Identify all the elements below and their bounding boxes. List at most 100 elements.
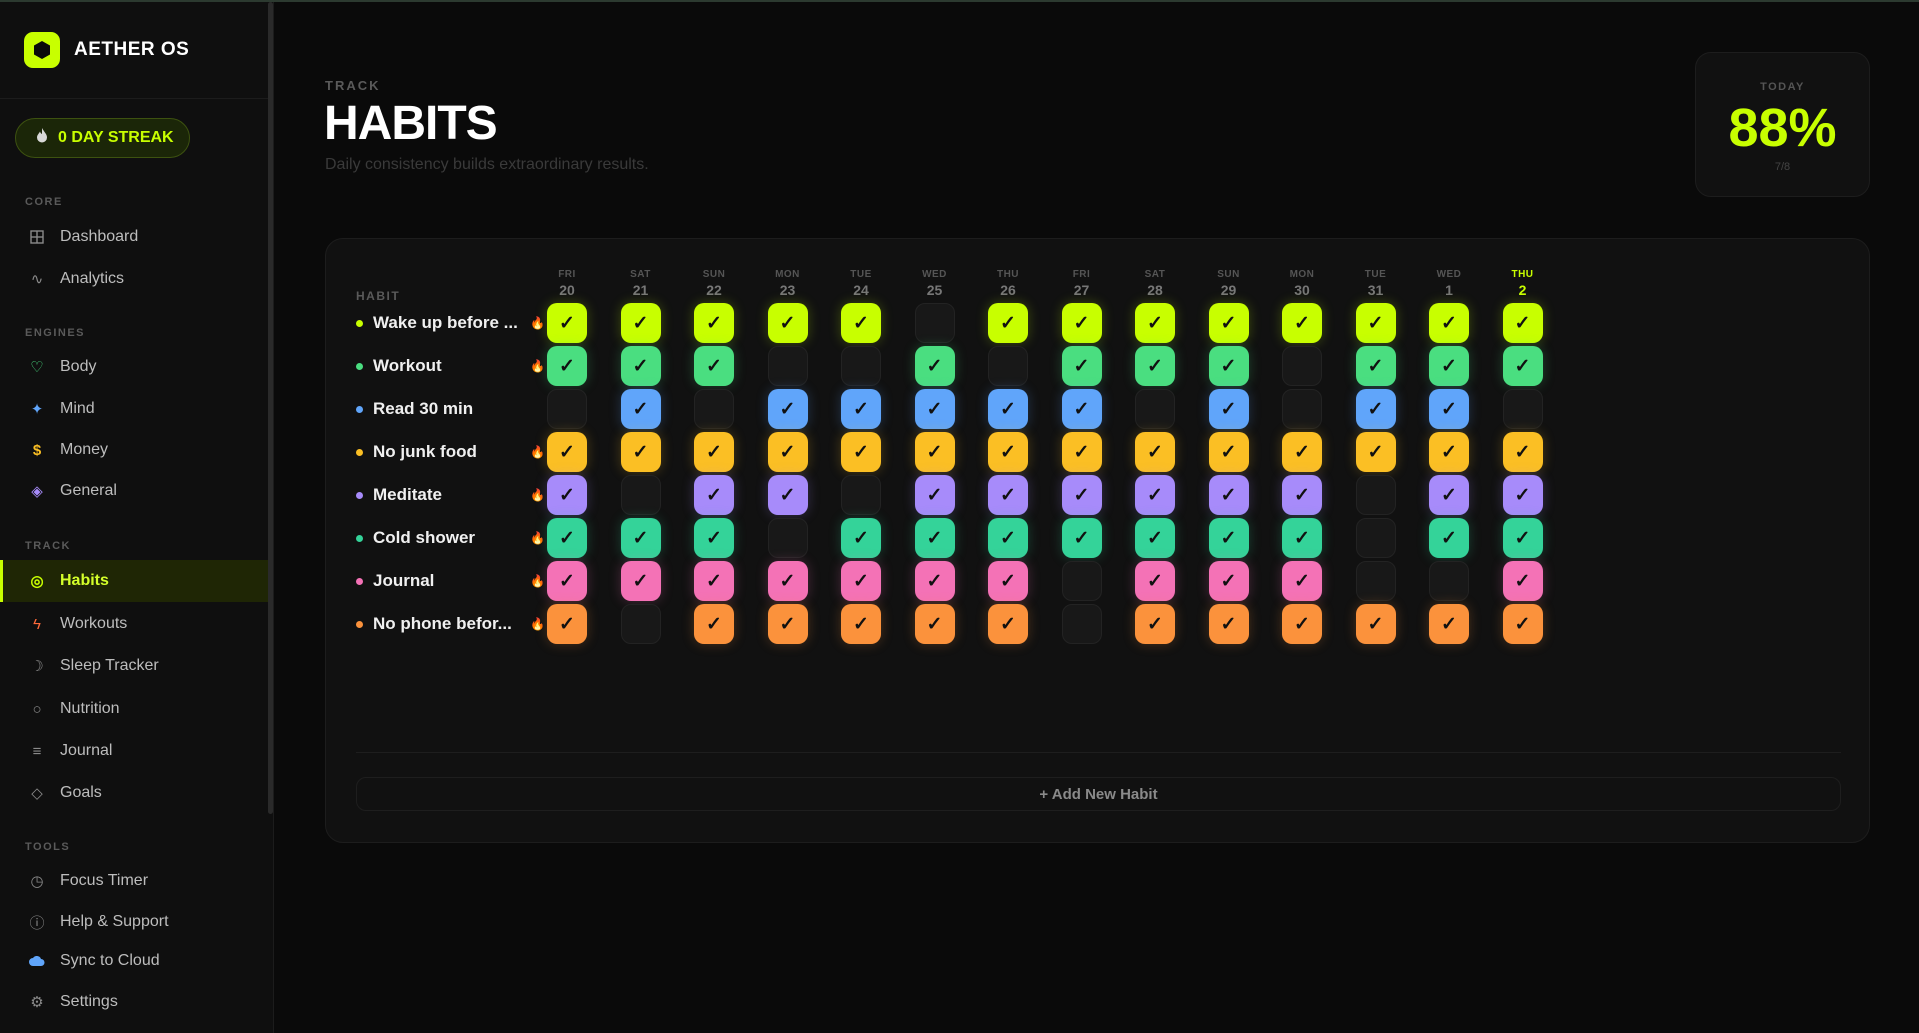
- sidebar-item-goals[interactable]: ◇ Goals: [0, 772, 268, 814]
- habit-checkbox-checked[interactable]: ✓: [988, 432, 1028, 472]
- habit-checkbox-empty[interactable]: [1355, 475, 1396, 515]
- habit-checkbox-checked[interactable]: ✓: [1429, 475, 1469, 515]
- habit-checkbox-checked[interactable]: ✓: [1502, 604, 1543, 644]
- habit-checkbox-empty[interactable]: [841, 346, 881, 386]
- habit-checkbox-empty[interactable]: [620, 475, 661, 515]
- habit-checkbox-empty[interactable]: [620, 604, 661, 644]
- sidebar-item-nutrition[interactable]: ○ Nutrition: [0, 688, 268, 730]
- habit-checkbox-checked[interactable]: ✓: [767, 604, 808, 644]
- habit-checkbox-checked[interactable]: ✓: [547, 561, 587, 601]
- habit-checkbox-checked[interactable]: ✓: [767, 303, 808, 343]
- sidebar-item-focus-timer[interactable]: ◷ Focus Timer: [0, 860, 268, 902]
- habit-checkbox-checked[interactable]: ✓: [988, 604, 1028, 644]
- habit-checkbox-empty[interactable]: [1282, 389, 1322, 429]
- habit-checkbox-checked[interactable]: ✓: [1135, 475, 1175, 515]
- habit-checkbox-checked[interactable]: ✓: [1502, 346, 1543, 386]
- habit-checkbox-empty[interactable]: [767, 518, 808, 558]
- habit-checkbox-checked[interactable]: ✓: [1061, 303, 1102, 343]
- habit-checkbox-checked[interactable]: ✓: [1502, 561, 1543, 601]
- habit-checkbox-checked[interactable]: ✓: [1282, 432, 1322, 472]
- habit-checkbox-empty[interactable]: [841, 475, 881, 515]
- habit-checkbox-checked[interactable]: ✓: [1208, 303, 1249, 343]
- habit-checkbox-checked[interactable]: ✓: [767, 561, 808, 601]
- habit-checkbox-checked[interactable]: ✓: [1502, 475, 1543, 515]
- habit-checkbox-checked[interactable]: ✓: [914, 475, 955, 515]
- habit-checkbox-empty[interactable]: [914, 303, 955, 343]
- habit-checkbox-checked[interactable]: ✓: [1135, 303, 1175, 343]
- habit-checkbox-checked[interactable]: ✓: [841, 432, 881, 472]
- habit-checkbox-checked[interactable]: ✓: [1135, 518, 1175, 558]
- sidebar-item-settings[interactable]: ⚙ Settings: [0, 981, 268, 1023]
- habit-checkbox-checked[interactable]: ✓: [988, 389, 1028, 429]
- habit-checkbox-checked[interactable]: ✓: [1061, 432, 1102, 472]
- habit-checkbox-empty[interactable]: [1061, 561, 1102, 601]
- habit-checkbox-checked[interactable]: ✓: [1135, 561, 1175, 601]
- habit-checkbox-checked[interactable]: ✓: [1135, 604, 1175, 644]
- habit-checkbox-checked[interactable]: ✓: [1429, 346, 1469, 386]
- habit-checkbox-checked[interactable]: ✓: [1282, 475, 1322, 515]
- habit-checkbox-checked[interactable]: ✓: [1208, 346, 1249, 386]
- habit-checkbox-checked[interactable]: ✓: [988, 475, 1028, 515]
- sidebar-item-habits[interactable]: ◎ Habits: [0, 560, 268, 602]
- habit-checkbox-checked[interactable]: ✓: [1429, 389, 1469, 429]
- habit-checkbox-checked[interactable]: ✓: [547, 518, 587, 558]
- habit-checkbox-checked[interactable]: ✓: [620, 303, 661, 343]
- habit-checkbox-empty[interactable]: [988, 346, 1028, 386]
- habit-checkbox-checked[interactable]: ✓: [841, 518, 881, 558]
- sidebar-item-sync-to-cloud[interactable]: Sync to Cloud: [0, 940, 268, 982]
- habit-checkbox-checked[interactable]: ✓: [914, 518, 955, 558]
- habit-checkbox-checked[interactable]: ✓: [547, 432, 587, 472]
- habit-checkbox-checked[interactable]: ✓: [1429, 518, 1469, 558]
- habit-checkbox-checked[interactable]: ✓: [914, 604, 955, 644]
- habit-checkbox-checked[interactable]: ✓: [620, 432, 661, 472]
- habit-checkbox-checked[interactable]: ✓: [547, 604, 587, 644]
- habit-checkbox-checked[interactable]: ✓: [694, 561, 734, 601]
- habit-checkbox-checked[interactable]: ✓: [1208, 475, 1249, 515]
- habit-checkbox-checked[interactable]: ✓: [1502, 303, 1543, 343]
- habit-checkbox-checked[interactable]: ✓: [1208, 518, 1249, 558]
- habit-checkbox-checked[interactable]: ✓: [988, 561, 1028, 601]
- habit-checkbox-checked[interactable]: ✓: [1282, 604, 1322, 644]
- habit-checkbox-checked[interactable]: ✓: [1282, 561, 1322, 601]
- habit-checkbox-checked[interactable]: ✓: [1208, 432, 1249, 472]
- sidebar-item-dashboard[interactable]: Dashboard: [0, 216, 268, 258]
- habit-checkbox-checked[interactable]: ✓: [1355, 604, 1396, 644]
- habit-checkbox-checked[interactable]: ✓: [1502, 432, 1543, 472]
- add-new-habit-button[interactable]: + Add New Habit: [356, 777, 1841, 811]
- sidebar-item-general[interactable]: ◈ General: [0, 470, 268, 512]
- habit-checkbox-checked[interactable]: ✓: [767, 389, 808, 429]
- habit-checkbox-checked[interactable]: ✓: [914, 432, 955, 472]
- habit-checkbox-checked[interactable]: ✓: [694, 303, 734, 343]
- sidebar-scrollbar[interactable]: [268, 2, 273, 814]
- habit-checkbox-empty[interactable]: [1355, 518, 1396, 558]
- habit-checkbox-checked[interactable]: ✓: [620, 561, 661, 601]
- habit-checkbox-checked[interactable]: ✓: [1502, 518, 1543, 558]
- habit-checkbox-checked[interactable]: ✓: [1061, 346, 1102, 386]
- habit-checkbox-checked[interactable]: ✓: [547, 475, 587, 515]
- sidebar-item-workouts[interactable]: ϟ Workouts: [0, 603, 268, 645]
- habit-checkbox-checked[interactable]: ✓: [694, 475, 734, 515]
- habit-checkbox-checked[interactable]: ✓: [1355, 303, 1396, 343]
- habit-checkbox-checked[interactable]: ✓: [694, 518, 734, 558]
- habit-checkbox-checked[interactable]: ✓: [1135, 346, 1175, 386]
- sidebar-item-journal[interactable]: ≡ Journal: [0, 730, 268, 772]
- habit-checkbox-checked[interactable]: ✓: [1282, 518, 1322, 558]
- habit-checkbox-checked[interactable]: ✓: [694, 432, 734, 472]
- habit-checkbox-empty[interactable]: [694, 389, 734, 429]
- habit-checkbox-checked[interactable]: ✓: [547, 303, 587, 343]
- habit-checkbox-checked[interactable]: ✓: [841, 561, 881, 601]
- habit-checkbox-checked[interactable]: ✓: [620, 389, 661, 429]
- habit-checkbox-empty[interactable]: [1355, 561, 1396, 601]
- brand[interactable]: AETHER OS: [24, 32, 189, 68]
- habit-checkbox-empty[interactable]: [1429, 561, 1469, 601]
- sidebar-item-money[interactable]: $ Money: [0, 429, 268, 471]
- habit-checkbox-empty[interactable]: [1502, 389, 1543, 429]
- habit-checkbox-checked[interactable]: ✓: [547, 346, 587, 386]
- habit-checkbox-checked[interactable]: ✓: [988, 518, 1028, 558]
- habit-checkbox-empty[interactable]: [1061, 604, 1102, 644]
- habit-checkbox-checked[interactable]: ✓: [620, 346, 661, 386]
- habit-checkbox-checked[interactable]: ✓: [767, 475, 808, 515]
- habit-checkbox-checked[interactable]: ✓: [694, 346, 734, 386]
- habit-checkbox-checked[interactable]: ✓: [1355, 389, 1396, 429]
- habit-name-cell[interactable]: No phone befor...: [356, 598, 523, 650]
